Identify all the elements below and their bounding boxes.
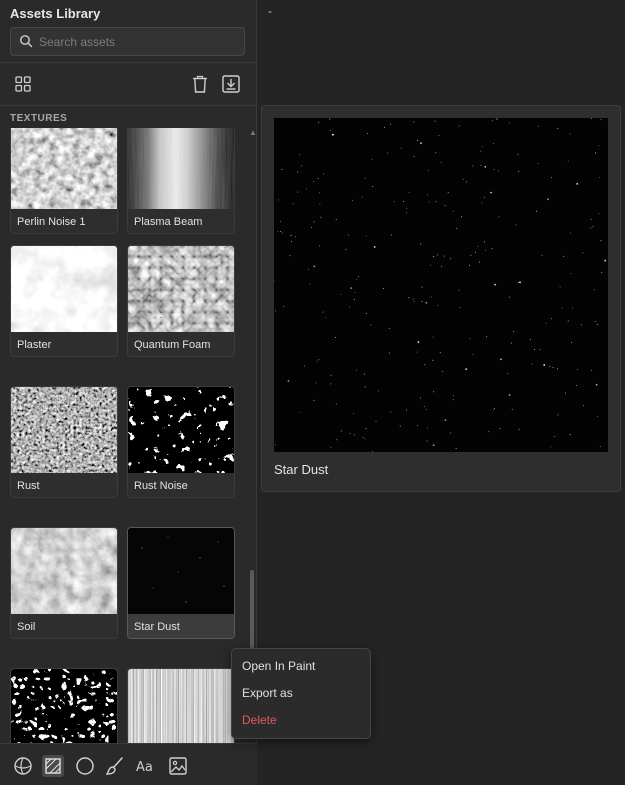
top-dash: - (268, 4, 272, 18)
texture-card-soil[interactable]: Soil (10, 527, 118, 639)
context-menu: Open In Paint Export as Delete (231, 648, 371, 739)
scroll-up-icon[interactable]: ▲ (249, 128, 257, 137)
texture-grid: Perlin Noise 1 Plasma Beam Plaster Quant… (0, 128, 248, 743)
card-label: Perlin Noise 1 (17, 216, 86, 228)
sphere-icon[interactable] (12, 755, 34, 777)
texture-card-perlin-noise[interactable]: Perlin Noise 1 (10, 128, 118, 234)
assets-sidebar: Assets Library TEXTURES (0, 0, 257, 785)
texture-card-rust-noise[interactable]: Rust Noise (127, 386, 235, 498)
card-label: Plasma Beam (134, 216, 203, 228)
preview-title: Star Dust (274, 462, 329, 477)
stripes-thumbnail (128, 669, 234, 743)
grid-view-icon[interactable] (13, 74, 33, 94)
search-input[interactable] (39, 33, 239, 51)
brush-icon[interactable] (104, 755, 126, 777)
card-label: Soil (17, 621, 36, 633)
texture-card-plaster[interactable]: Plaster (10, 245, 118, 357)
search-icon (20, 35, 33, 48)
card-label: Quantum Foam (134, 339, 211, 351)
export-as-item[interactable]: Export as (242, 686, 293, 700)
open-in-paint-item[interactable]: Open In Paint (242, 659, 315, 673)
search-box[interactable] (10, 27, 245, 56)
divider (0, 62, 257, 63)
star-dust-preview-image (274, 118, 608, 452)
texture-card-star-dust[interactable]: Star Dust (127, 527, 235, 639)
texture-icon[interactable] (42, 755, 64, 777)
divider (0, 105, 257, 106)
section-label: TEXTURES (10, 113, 68, 124)
card-label: Rust Noise (134, 480, 188, 492)
delete-item[interactable]: Delete (242, 713, 277, 727)
texture-card-stripes[interactable] (127, 668, 235, 743)
texture-card-rust[interactable]: Rust (10, 386, 118, 498)
card-label: Rust (17, 480, 40, 492)
image-icon[interactable] (167, 755, 189, 777)
texture-card-plasma-beam[interactable]: Plasma Beam (127, 128, 235, 234)
import-icon[interactable] (221, 74, 241, 94)
card-label: Star Dust (134, 621, 180, 633)
card-label: Plaster (17, 339, 52, 351)
texture-card-quantum-foam[interactable]: Quantum Foam (127, 245, 235, 357)
texture-card-voronoi[interactable] (10, 668, 118, 743)
voronoi-thumbnail (11, 669, 117, 743)
preview-panel: Star Dust (261, 105, 621, 492)
circle-icon[interactable] (74, 755, 96, 777)
trash-icon[interactable] (190, 74, 210, 94)
sidebar-title: Assets Library (10, 6, 101, 21)
text-icon[interactable]: Aa (135, 755, 157, 777)
bottom-toolbar: Aa (0, 743, 257, 785)
svg-text:Aa: Aa (136, 760, 153, 775)
